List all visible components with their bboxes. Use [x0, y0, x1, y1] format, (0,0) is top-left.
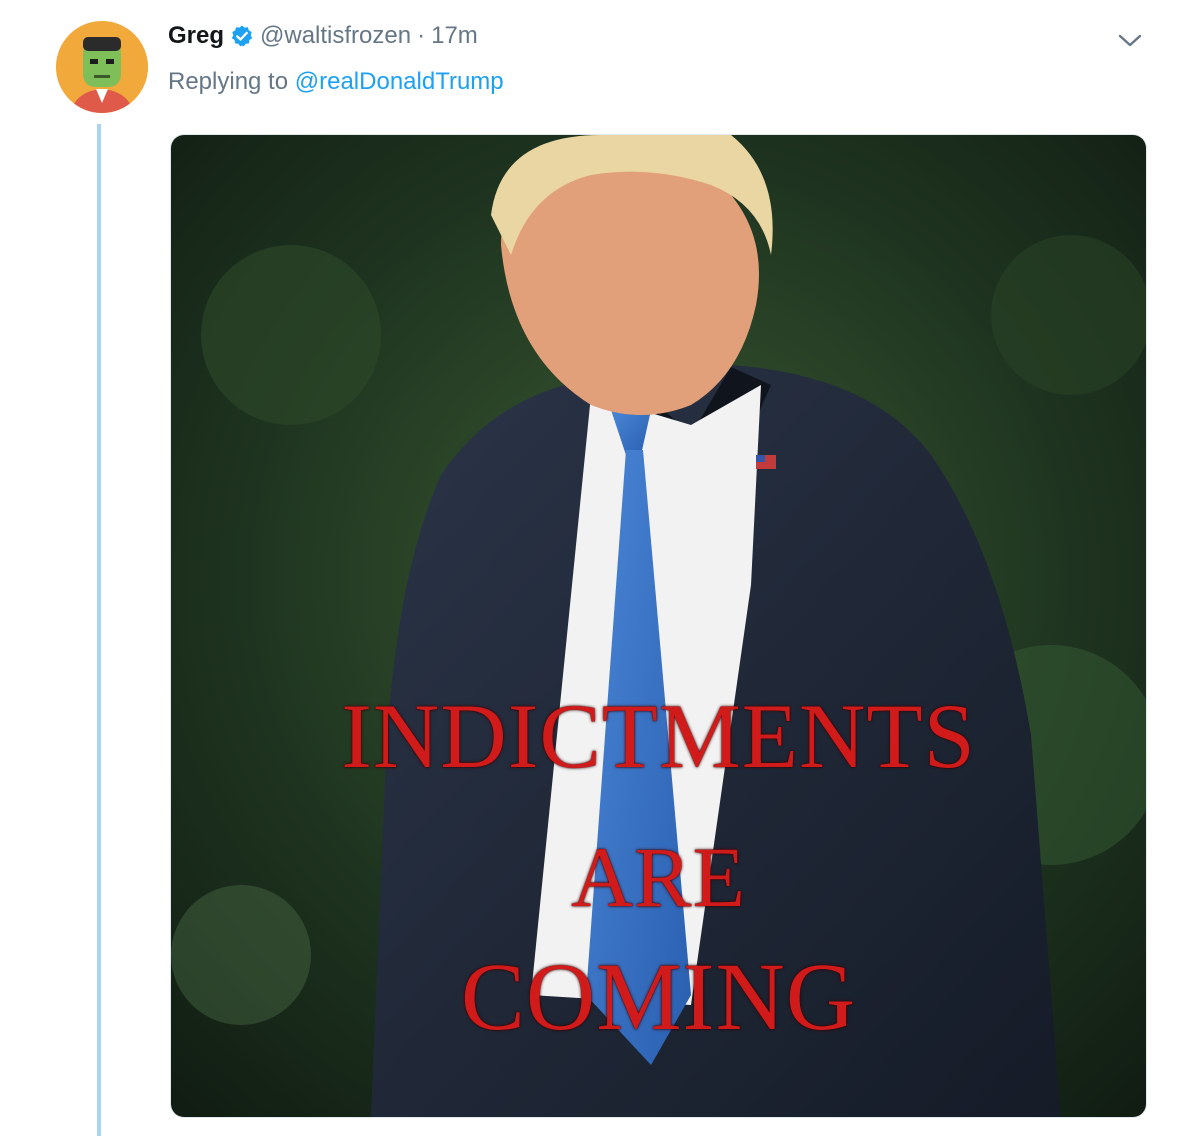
- tweet: Greg @waltisfrozen · 17m Replying to @re…: [0, 0, 1200, 1136]
- tweet-timestamp[interactable]: 17m: [431, 22, 478, 50]
- chevron-down-icon: [1118, 34, 1142, 47]
- caption-line: ARE: [571, 829, 746, 925]
- avatar-illustration-icon: [56, 21, 148, 113]
- tweet-header: Greg @waltisfrozen · 17m: [168, 20, 478, 52]
- caption-line: COMING: [460, 943, 857, 1050]
- reply-context: Replying to @realDonaldTrump: [168, 68, 504, 96]
- reply-prefix: Replying to: [168, 68, 289, 95]
- caption-line: INDICTMENTS: [341, 685, 976, 787]
- author-handle[interactable]: @waltisfrozen: [260, 22, 411, 50]
- thread-line: [97, 124, 101, 1136]
- author-display-name[interactable]: Greg: [168, 22, 224, 50]
- tweet-menu-button[interactable]: [1113, 26, 1147, 54]
- author-avatar[interactable]: [56, 21, 148, 113]
- tweet-media-image[interactable]: INDICTMENTS ARE COMING: [170, 134, 1147, 1118]
- reply-mention-link[interactable]: @realDonaldTrump: [295, 68, 504, 95]
- header-separator: ·: [417, 22, 426, 49]
- verified-badge-icon: [230, 24, 254, 48]
